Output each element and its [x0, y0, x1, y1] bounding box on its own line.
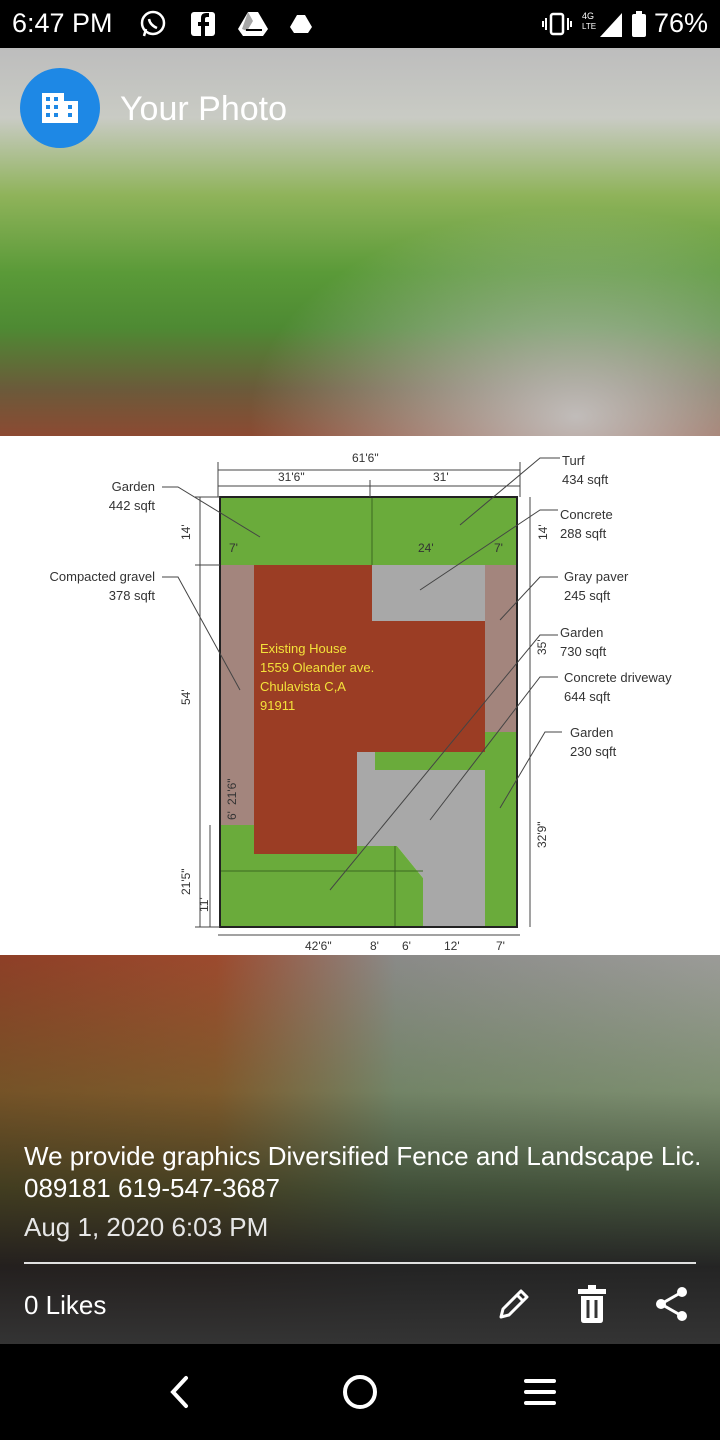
menu-button[interactable] — [512, 1364, 568, 1420]
plan-paver — [372, 565, 485, 621]
triangle-icon — [290, 15, 312, 33]
label-paver: Gray paver — [564, 569, 629, 584]
dim-bottom-left-depth: 21'5" — [179, 868, 193, 895]
house-line-3: Chulavista C,A — [260, 679, 346, 694]
dim-right-lower-depth: 32'9" — [535, 821, 549, 848]
divider — [24, 1262, 696, 1264]
photo-date: Aug 1, 2020 6:03 PM — [24, 1212, 269, 1242]
svg-text:LTE: LTE — [582, 22, 596, 31]
house-line-2: 1559 Oleander ave. — [260, 660, 374, 675]
dim-mid-width: 24' — [418, 541, 434, 555]
dim-right-depth: 35' — [535, 639, 549, 655]
label-turf: Turf — [562, 453, 585, 468]
edit-icon — [499, 1289, 529, 1319]
drive-icon — [238, 12, 268, 36]
home-icon — [343, 1375, 377, 1409]
dim-bottom-2: 8' — [370, 939, 379, 953]
dim-mid-width-right: 7' — [494, 541, 503, 555]
label-paver-area: 245 sqft — [564, 588, 611, 603]
signal-icon: 4G LTE — [582, 11, 622, 37]
dim-top-depth: 14' — [179, 524, 193, 540]
plan-gravel-right — [485, 565, 517, 732]
dim-total-width: 61'6" — [352, 451, 379, 465]
dim-left-width: 31'6" — [278, 470, 305, 484]
label-driveway-area: 644 sqft — [564, 689, 611, 704]
edit-button[interactable] — [492, 1282, 536, 1326]
dim-gravel-depth: 21'6" — [225, 778, 239, 805]
label-garden-left: Garden — [112, 479, 155, 494]
share-button[interactable] — [650, 1282, 694, 1326]
dim-bottom-small: 11' — [197, 897, 211, 912]
svg-text:4G: 4G — [582, 11, 594, 21]
label-concrete: Concrete — [560, 507, 613, 522]
home-button[interactable] — [332, 1364, 388, 1420]
plan-garden-mid-strip — [375, 752, 485, 770]
page-title: Your Photo — [120, 90, 287, 128]
label-garden-mid-area: 730 sqft — [560, 644, 607, 659]
label-garden-right-area: 230 sqft — [570, 744, 617, 759]
label-garden-mid: Garden — [560, 625, 603, 640]
back-icon — [170, 1376, 188, 1408]
status-right-group: 4G LTE 76% — [541, 8, 708, 39]
album-avatar[interactable] — [20, 68, 100, 148]
dim-top-depth-right: 14' — [536, 524, 550, 540]
share-icon — [656, 1287, 687, 1321]
dim-bottom-5: 7' — [496, 939, 505, 953]
dim-bottom-4: 12' — [444, 939, 460, 953]
status-notification-icons — [138, 9, 312, 39]
dim-bottom-1: 42'6" — [305, 939, 332, 953]
navigation-bar — [0, 1344, 720, 1440]
battery-percent: 76% — [653, 8, 708, 38]
back-button[interactable] — [152, 1364, 208, 1420]
delete-button[interactable] — [570, 1282, 614, 1326]
landscape-plan-drawing: 61'6" 31'6" 31' 7' 24' 7' 14' 14' 54' 35… — [50, 451, 673, 953]
trash-icon — [578, 1285, 606, 1323]
dim-side-width: 7' — [229, 541, 238, 555]
label-gravel: Compacted gravel — [50, 569, 156, 584]
label-garden-right: Garden — [570, 725, 613, 740]
photo-image[interactable]: 61'6" 31'6" 31' 7' 24' 7' 14' 14' 54' 35… — [0, 436, 720, 955]
house-line-1: Existing House — [260, 641, 347, 656]
blurred-background-top-overlay — [0, 48, 720, 436]
plan-garden-right — [485, 732, 517, 927]
facebook-icon — [191, 12, 215, 36]
likes-count[interactable]: 0 Likes — [24, 1290, 106, 1321]
whatsapp-icon — [140, 10, 166, 37]
battery-icon — [631, 10, 646, 37]
label-turf-area: 434 sqft — [562, 472, 609, 487]
photo-caption: We provide graphics Diversified Fence an… — [24, 1141, 702, 1203]
status-bar: 6:47 PM 4G LTE 76% — [0, 0, 720, 48]
label-concrete-area: 288 sqft — [560, 526, 607, 541]
vibrate-icon — [541, 12, 572, 35]
building-icon — [42, 93, 78, 123]
dim-gravel-small: 6' — [225, 811, 239, 820]
dim-bottom-3: 6' — [402, 939, 411, 953]
house-line-4: 91911 — [260, 698, 295, 713]
label-driveway: Concrete driveway — [564, 670, 672, 685]
dim-house-depth: 54' — [179, 689, 193, 705]
label-garden-left-area: 442 sqft — [109, 498, 156, 513]
status-time: 6:47 PM — [12, 8, 113, 38]
label-gravel-area: 378 sqft — [109, 588, 156, 603]
dim-right-width: 31' — [433, 470, 449, 484]
menu-icon — [524, 1379, 556, 1405]
